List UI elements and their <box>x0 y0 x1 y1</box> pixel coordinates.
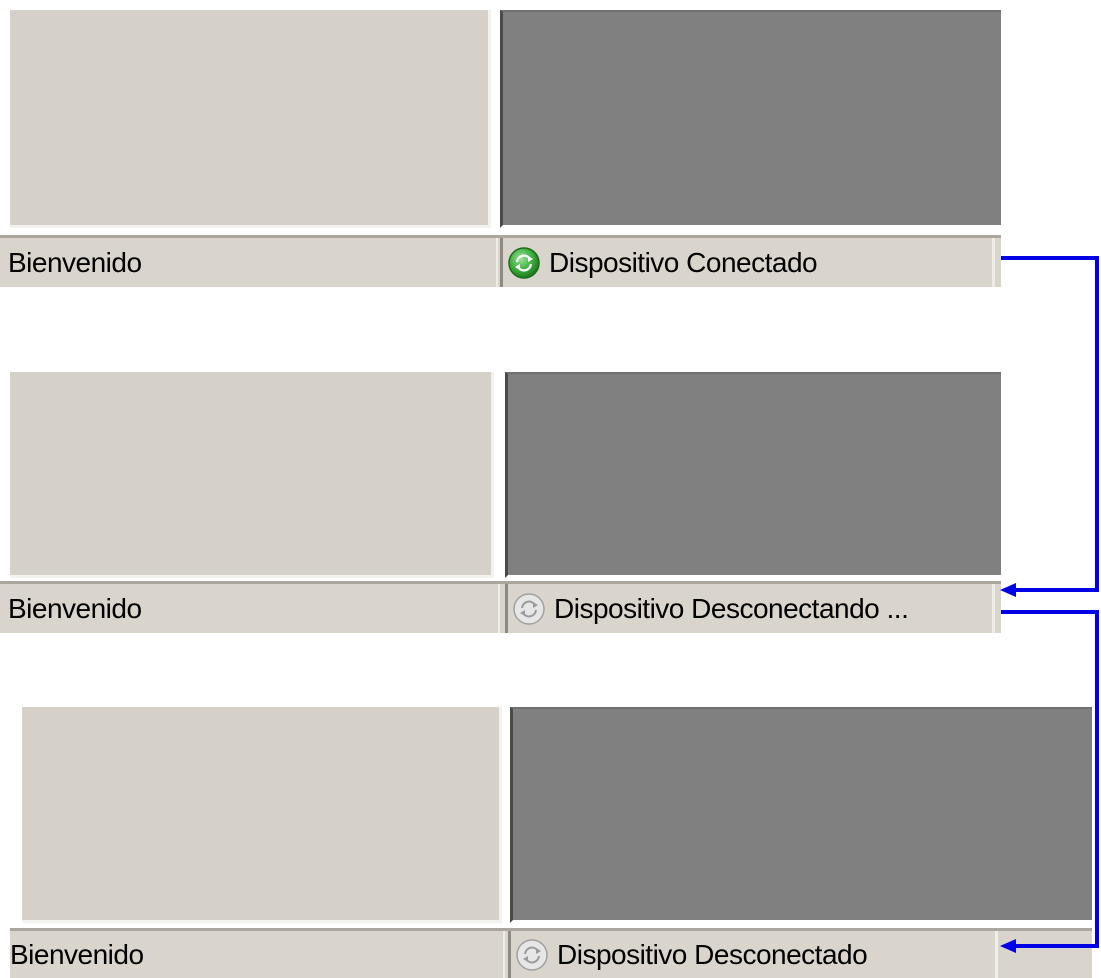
left-pane <box>10 372 494 578</box>
status-welcome: Bienvenido <box>0 584 500 633</box>
window-state-disconnecting: Bienvenido Dispositivo Desconectando ... <box>0 372 1001 642</box>
status-welcome: Bienvenido <box>0 238 498 287</box>
status-device-label: Dispositivo Desconectando ... <box>554 592 909 624</box>
status-welcome: Bienvenido <box>10 931 505 978</box>
window-state-disconnected: Bienvenido Dispositivo Desconectado <box>10 707 1092 978</box>
disconnecting-refresh-icon <box>513 592 545 625</box>
left-pane <box>22 707 502 923</box>
left-pane <box>10 10 491 228</box>
arrow-connected-to-disconnecting <box>1001 256 1099 592</box>
arrowhead-icon <box>1000 583 1016 597</box>
status-device-connected: Dispositivo Conectado <box>500 238 995 287</box>
status-device-label: Dispositivo Desconectado <box>557 938 868 970</box>
right-pane <box>510 707 1092 923</box>
status-bar: Bienvenido Dispositivo Desconectado <box>10 928 1092 978</box>
right-pane <box>500 10 1001 228</box>
status-bar: Bienvenido Dispositivo Desconectando ... <box>0 581 1001 633</box>
status-device-label: Dispositivo Conectado <box>549 246 818 278</box>
status-device-disconnecting: Dispositivo Desconectando ... <box>505 584 995 633</box>
connected-refresh-icon <box>508 246 540 279</box>
window-state-connected: Bienvenido Dispositivo Conectado <box>0 10 1001 290</box>
right-pane <box>505 372 1001 578</box>
disconnected-refresh-icon <box>516 938 548 971</box>
status-bar: Bienvenido Dispositivo Conectado <box>0 235 1001 287</box>
status-device-disconnected: Dispositivo Desconectado <box>508 931 998 978</box>
